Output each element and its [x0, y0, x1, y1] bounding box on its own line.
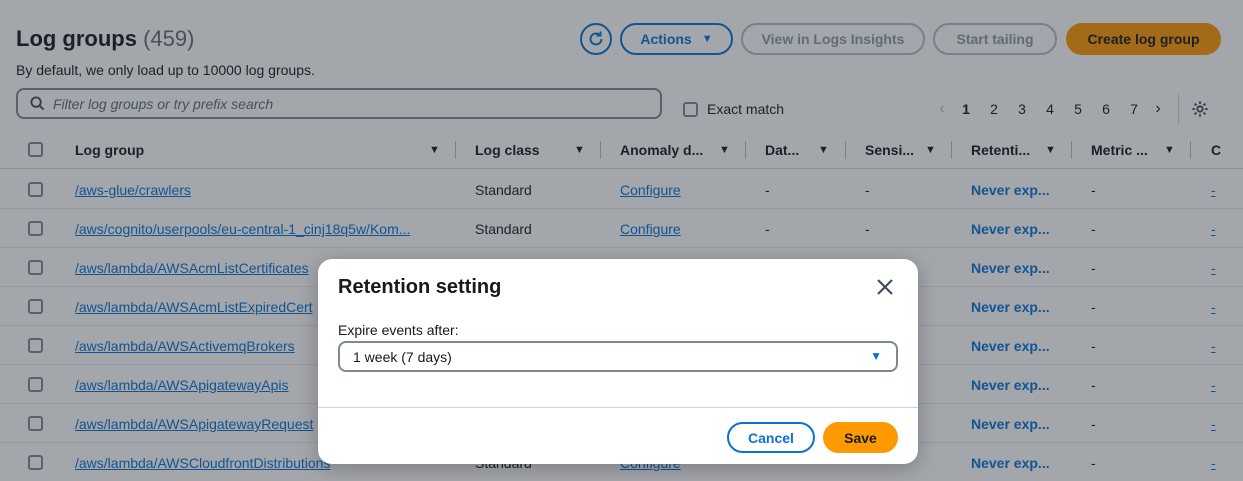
close-icon[interactable]	[874, 276, 896, 298]
caret-down-icon: ▼	[870, 349, 882, 363]
log-groups-page: Log groups (459) By default, we only loa…	[0, 0, 1243, 481]
expire-events-label: Expire events after:	[338, 322, 459, 338]
retention-setting-modal: Retention setting Expire events after: 1…	[318, 259, 918, 464]
modal-title: Retention setting	[338, 276, 502, 298]
selected-retention-value: 1 week (7 days)	[353, 348, 452, 365]
save-button[interactable]: Save	[823, 422, 898, 453]
modal-divider	[318, 407, 918, 408]
cancel-button[interactable]: Cancel	[727, 422, 815, 453]
expire-events-select[interactable]: 1 week (7 days) ▼	[338, 341, 898, 372]
